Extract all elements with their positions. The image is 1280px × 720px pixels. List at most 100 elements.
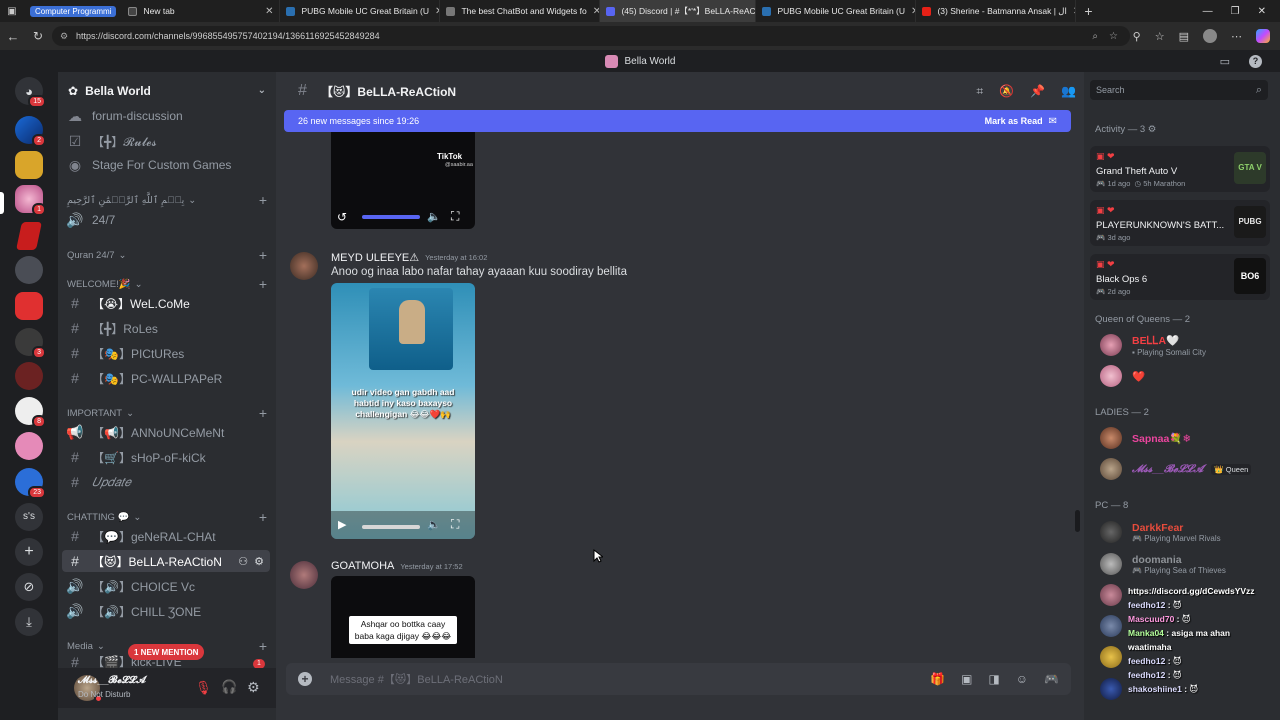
volume-icon[interactable]: 🔈	[427, 518, 441, 531]
member-item[interactable]: DarkkFear 🎮 Playing Marvel Rivals	[1100, 518, 1270, 546]
channel-pictures[interactable]: # 【🎭】PICtURes	[62, 342, 270, 364]
chat-scrollbar[interactable]	[1075, 510, 1080, 532]
close-tab-icon[interactable]: ✕	[587, 6, 600, 17]
member-item[interactable]: ❤️	[1100, 362, 1270, 390]
channel-shop[interactable]: # 【🛒】sHoP-oF-kiCk	[62, 446, 270, 468]
tab-group-label[interactable]: Computer Programmi	[30, 5, 117, 17]
close-tab-icon[interactable]: ✕	[1067, 6, 1076, 17]
headphones-icon[interactable]: 🎧	[221, 679, 237, 695]
replay-icon[interactable]: ↺	[337, 210, 347, 224]
video-progress-bar[interactable]	[362, 525, 420, 529]
bella-world-server-icon[interactable]: 1	[15, 185, 46, 216]
gift-icon[interactable]: 🎁	[930, 672, 945, 686]
member-list-icon[interactable]: 👥	[1061, 84, 1076, 99]
threads-icon[interactable]: ⌗	[976, 84, 983, 99]
avatar[interactable]	[1100, 646, 1122, 668]
invite-icon[interactable]: ⚇	[238, 555, 248, 568]
channel-pc-wallpaper[interactable]: # 【🎭】PC-WALLPAPeR	[62, 367, 270, 389]
activity-card[interactable]: ▣ ❤ Black Ops 6 🎮 2d ago BO6	[1090, 254, 1270, 300]
create-channel-icon[interactable]: +	[259, 405, 267, 421]
bookmark-star-icon[interactable]: ☆	[1109, 31, 1118, 42]
play-icon[interactable]: ▶	[338, 518, 346, 531]
channel-24-7[interactable]: 🔊 24/7	[62, 209, 270, 231]
channel-stage[interactable]: ◉ Stage For Custom Games	[62, 154, 270, 176]
server-icon[interactable]	[15, 362, 43, 390]
avatar[interactable]	[290, 252, 318, 280]
author-name[interactable]: MEYD ULEEYE⚠	[331, 251, 419, 264]
member-item[interactable]: 𝓜𝓼𝓼__𝓑𝓮𝓛𝓛𝓐 👑 Queen	[1100, 455, 1270, 483]
favorites-icon[interactable]: ☆	[1155, 30, 1165, 43]
new-tab-icon[interactable]: +	[1076, 3, 1100, 19]
channel-roles[interactable]: # 【╋】RoLes	[62, 317, 270, 339]
channel-announcement[interactable]: 📢 【📢】ANNoUNCeMeNt	[62, 421, 270, 443]
close-window-icon[interactable]: ✕	[1258, 6, 1266, 17]
back-icon[interactable]: ←	[0, 29, 26, 44]
site-info-icon[interactable]: ⚙	[60, 31, 68, 42]
author-name[interactable]: GOATMOHA	[331, 560, 394, 572]
mark-as-read-button[interactable]: Mark as Read	[985, 116, 1043, 126]
activities-icon[interactable]: 🎮	[1044, 672, 1059, 686]
activity-card[interactable]: ▣ ❤ PLAYERUNKNOWN'S BATT... 🎮 3d ago PUB…	[1090, 200, 1270, 246]
copilot-icon[interactable]	[1256, 29, 1270, 43]
browser-tab[interactable]: The best ChatBot and Widgets fo ✕	[440, 0, 601, 22]
channel-bella-reaction-selected[interactable]: # 【😻】BeLLA-ReACtioN ⚇ ⚙	[62, 550, 270, 572]
help-icon[interactable]: ?	[1249, 54, 1262, 68]
server-icon[interactable]	[16, 222, 42, 250]
guild-header[interactable]: ✿ Bella World ⌄	[58, 78, 276, 103]
server-icon[interactable]: 2	[15, 116, 46, 147]
url-field[interactable]: ⚙ https://discord.com/channels/996855495…	[52, 26, 1130, 46]
new-messages-bar[interactable]: 26 new messages since 19:26 Mark as Read…	[284, 110, 1071, 132]
category-quran[interactable]: Quran 24/7 ⌄ +	[67, 247, 267, 263]
category-bismillah[interactable]: بِسۡمِ ٱللَّهِ ٱلرَّحۡمَٰنِ ٱلرَّحِيمِ ⌄ +	[67, 192, 267, 208]
category-welcome[interactable]: WELCOME!🎉 ⌄ +	[67, 276, 267, 292]
browser-tab[interactable]: (3) Sherine - Batmanna Ansak | ال✕	[916, 0, 1077, 22]
discover-icon[interactable]: ⊘	[15, 573, 43, 601]
pin-icon[interactable]: ⚲	[1133, 30, 1141, 43]
create-channel-icon[interactable]: +	[259, 247, 267, 263]
add-server-icon[interactable]: +	[15, 538, 43, 566]
tab-actions-icon[interactable]: ▣	[0, 6, 24, 17]
video-player[interactable]: Ashqar oo bottka caay baba kaga djigay 😂…	[331, 576, 475, 658]
volume-icon[interactable]: 🔈	[427, 210, 441, 223]
search-input[interactable]: Search ⌕	[1090, 80, 1268, 100]
create-channel-icon[interactable]: +	[259, 276, 267, 292]
member-item[interactable]: Sapnaa💐❄	[1100, 424, 1270, 452]
more-icon[interactable]: ⋯	[1231, 30, 1242, 43]
channel-general-chat[interactable]: # 【💬】geNeRAL-CHAt	[62, 525, 270, 547]
server-icon[interactable]: 8	[15, 397, 46, 428]
sticker-icon[interactable]: ◨	[988, 672, 999, 686]
server-icon[interactable]	[15, 292, 43, 320]
channel-rules[interactable]: ☑ 【╋】𝓡𝓾𝓵𝓮𝓼	[62, 130, 270, 152]
muted-microphone-icon[interactable]: 🎙	[195, 680, 212, 696]
category-important[interactable]: IMPORTANT ⌄ +	[67, 405, 267, 421]
fullscreen-icon[interactable]: ⛶	[451, 517, 459, 532]
profile-avatar[interactable]	[1203, 29, 1217, 43]
create-channel-icon[interactable]: +	[259, 192, 267, 208]
direct-messages-icon[interactable]: ◕ 15	[15, 77, 46, 108]
create-channel-icon[interactable]: +	[259, 638, 267, 654]
browser-tab-active[interactable]: (45) Discord | #【*'*】BeLLA-ReAC✕	[600, 0, 757, 22]
zoom-icon[interactable]: ⌕	[1092, 31, 1098, 42]
member-item[interactable]: doomania 🎮 Playing Sea of Thieves	[1100, 550, 1270, 578]
fullscreen-icon[interactable]: ⛶	[451, 209, 459, 224]
chevron-down-icon[interactable]: ⌄	[258, 85, 266, 96]
browser-tab[interactable]: PUBG Mobile UC Great Britain (U✕	[280, 0, 441, 22]
avatar[interactable]	[1100, 584, 1122, 606]
channel-chill-zone[interactable]: 🔊 【🔊】CHILL ƷONE	[62, 600, 270, 622]
reload-icon[interactable]: ↻	[26, 29, 50, 43]
download-icon[interactable]: ⤓	[15, 608, 43, 636]
close-tab-icon[interactable]: ✕	[429, 6, 439, 17]
server-icon[interactable]: 3	[15, 328, 46, 359]
server-icon[interactable]	[15, 432, 43, 460]
create-channel-icon[interactable]: +	[259, 509, 267, 525]
video-player[interactable]: udir video gan gabdh aad habtid iny kaso…	[331, 283, 475, 539]
gear-icon[interactable]: ⚙	[254, 555, 264, 568]
member-item[interactable]: BEᏞᏞA🤍 ▪ Playing Somali City	[1100, 331, 1270, 359]
new-mention-pill[interactable]: 1 NEW MENTION	[128, 644, 205, 660]
server-icon[interactable]	[15, 256, 43, 284]
channel-update[interactable]: # 𝑈𝑝𝑑𝑎𝑡𝑒	[62, 471, 270, 493]
channel-forum[interactable]: ☁ forum-discussion	[62, 105, 270, 127]
gear-icon[interactable]: ⚙	[1148, 124, 1157, 135]
inbox-icon[interactable]: ▭	[1220, 55, 1230, 68]
browser-tab[interactable]: New tab ✕	[122, 0, 281, 22]
